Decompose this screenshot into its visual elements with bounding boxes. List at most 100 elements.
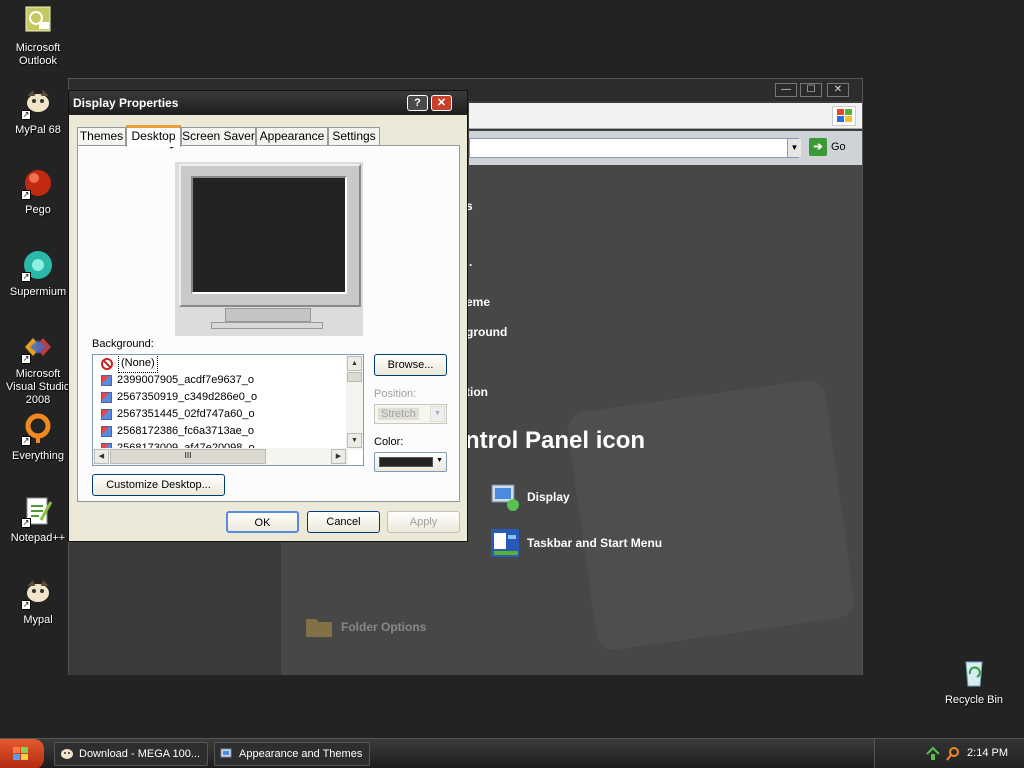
desktop-icon-pego[interactable]: ↗ Pego [0,166,76,217]
desktop-icon-label: Microsoft Outlook [15,42,61,67]
network-icon[interactable] [925,746,941,762]
tab-screen-saver[interactable]: Screen Saver [181,127,256,146]
visual-studio-icon: ↗ [21,330,55,364]
desktop-icon-label: Supermium [9,286,67,298]
taskbar-icon [489,527,521,559]
pego-icon: ↗ [21,166,55,200]
windows-logo-icon [13,747,28,760]
chevron-down-icon: ▼ [430,406,445,422]
tab-themes[interactable]: Themes [77,127,126,146]
position-value: Stretch [378,408,419,420]
display-link[interactable]: Display [489,481,570,513]
desktop-icon-notepadpp[interactable]: ↗ Notepad++ [0,494,76,545]
help-button[interactable]: ? [407,95,428,111]
search-icon[interactable] [945,746,961,762]
notepadpp-icon: ↗ [21,494,55,528]
address-bar: ▼ ➔ Go [469,131,862,165]
checkmark-watermark-icon [565,378,857,652]
minimize-button[interactable]: — [775,83,797,97]
cancel-button[interactable]: Cancel [307,511,380,533]
image-file-icon [101,426,112,437]
taskbar-start-menu-link[interactable]: Taskbar and Start Menu [489,527,662,559]
folder-icon [303,611,335,643]
category-link-fragment[interactable]: eme [466,295,490,309]
list-item[interactable]: 2399007905_acdf7e9637_o [93,372,348,389]
list-item[interactable]: (None) [93,355,348,373]
scroll-up-icon[interactable]: ▲ [347,356,362,371]
desktop-icon-everything[interactable]: ↗ Everything [0,412,76,463]
control-panel-toolbar [469,103,862,129]
desktop-icon-label: MyPal 68 [15,124,61,136]
everything-icon: ↗ [21,412,55,446]
supermium-icon: ↗ [21,248,55,282]
desktop-icon-outlook[interactable]: Microsoft Outlook [0,4,76,68]
tab-settings[interactable]: Settings [328,127,380,146]
image-file-icon [101,409,112,420]
desktop-icon-visual-studio[interactable]: ↗ Microsoft Visual Studio 2008 [0,330,76,407]
desktop-icon-label: Everything [12,450,64,462]
tab-desktop[interactable]: Desktop [126,125,181,147]
background-list[interactable]: (None) 2399007905_acdf7e9637_o 256735091… [92,354,364,466]
scroll-thumb[interactable]: III [110,449,266,464]
desktop-icon-label: Notepad++ [10,532,66,544]
position-label: Position: [374,388,417,400]
vertical-scrollbar[interactable]: ▲ ▼ [346,355,363,450]
desktop-icon-mypal68[interactable]: ↗ MyPal 68 [0,86,76,137]
go-label: Go [831,140,846,153]
monitor-bezel [179,164,361,307]
taskbar-link-label: Taskbar and Start Menu [527,536,663,550]
desktop-icon-label: Recycle Bin [944,694,1004,706]
list-item[interactable]: 2567350919_c349d286e0_o [93,389,348,406]
dialog-title: Display Properties [73,96,179,110]
background-label: Background: [92,338,154,350]
horizontal-scrollbar[interactable]: ◀ III ▶ [93,448,348,465]
category-link-fragment[interactable]: ground [466,325,507,339]
system-tray: 2:14 PM [874,739,1024,768]
list-item[interactable]: 2567351445_02fd747a60_o [93,406,348,423]
list-item[interactable]: 2568172386_fc6a3713ae_o [93,423,348,440]
scroll-thumb[interactable] [347,372,362,382]
desktop-icon-mypal[interactable]: ↗ Mypal [0,576,76,627]
task-appearance-themes[interactable]: Appearance and Themes [214,742,370,766]
category-link-fragment[interactable]: tion [466,385,488,399]
scroll-right-icon[interactable]: ▶ [331,449,346,464]
display-properties-dialog: Display Properties ? ✕ Themes Desktop Sc… [68,90,468,542]
chevron-down-icon[interactable]: ▼ [787,139,801,157]
desktop-icon-supermium[interactable]: ↗ Supermium [0,248,76,299]
pick-control-panel-icon-heading: ntrol Panel icon [465,427,646,454]
maximize-button[interactable]: ☐ [800,83,822,97]
category-link-fragment[interactable]: . [469,255,472,269]
control-panel-icon [220,748,232,758]
color-label: Color: [374,436,404,448]
scroll-down-icon[interactable]: ▼ [347,433,362,448]
monitor-preview [175,162,363,336]
outlook-icon [21,4,55,38]
color-picker-button[interactable]: ▼ [374,452,447,472]
customize-desktop-button[interactable]: Customize Desktop... [92,474,225,496]
no-wallpaper-icon [101,357,113,370]
folder-options-label: Folder Options [341,620,427,634]
background-list-items: (None) 2399007905_acdf7e9637_o 256735091… [93,355,348,450]
folder-options-link[interactable]: Folder Options [303,611,426,643]
task-label: Download - MEGA 100... [79,748,201,760]
start-button[interactable] [0,739,44,768]
desktop-icon-recycle-bin[interactable]: Recycle Bin [936,656,1012,707]
desktop-icon-label: Mypal [23,614,53,626]
clock[interactable]: 2:14 PM [967,747,1008,759]
go-button[interactable]: ➔ Go [809,138,854,158]
scroll-left-icon[interactable]: ◀ [94,449,109,464]
tab-appearance[interactable]: Appearance [256,127,328,146]
apply-button[interactable]: Apply [387,511,460,533]
windows-logo-icon [832,106,856,126]
ok-button[interactable]: OK [226,511,299,533]
mypal-icon: ↗ [21,576,55,610]
browse-button[interactable]: Browse... [374,354,447,376]
close-button[interactable]: ✕ [431,95,452,111]
close-button[interactable]: ✕ [827,83,849,97]
task-mega-download[interactable]: Download - MEGA 100... [54,742,208,766]
address-input[interactable] [469,138,799,158]
image-file-icon [101,375,112,386]
desktop-icon-label: Microsoft Visual Studio 2008 [5,368,70,406]
dialog-titlebar[interactable]: Display Properties ? ✕ [69,91,467,115]
monitor-base [211,322,323,329]
